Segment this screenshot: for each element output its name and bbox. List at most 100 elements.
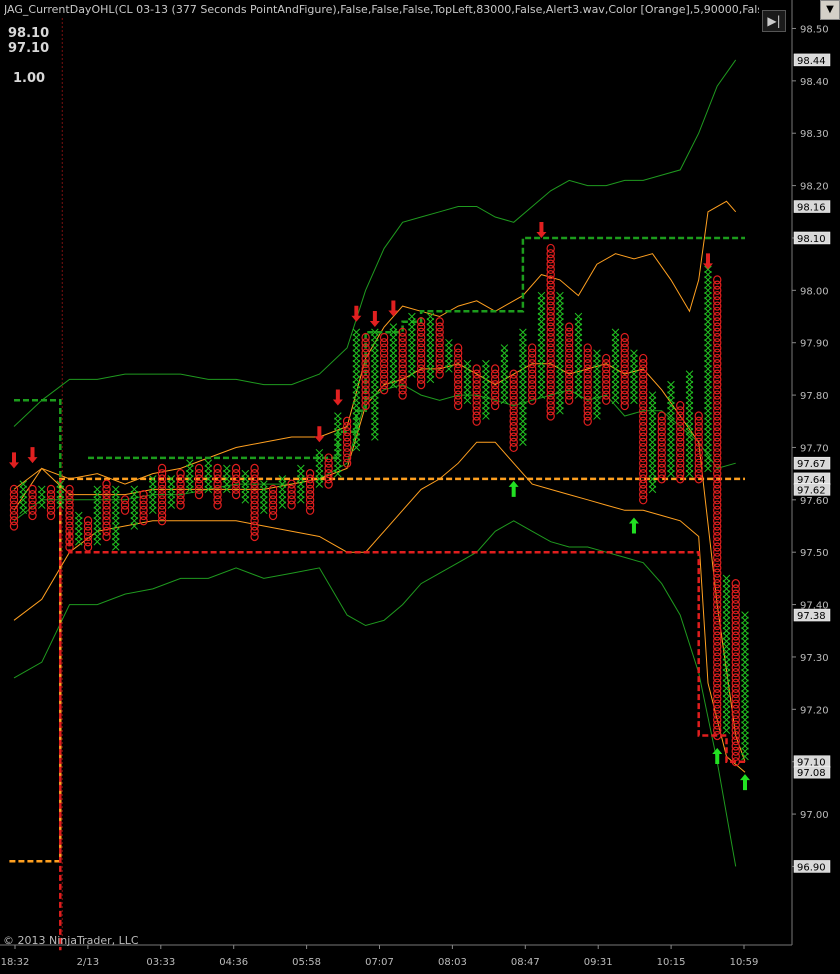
price-tag: 98.10 xyxy=(793,231,831,245)
indicator-title: JAG_CurrentDayOHL(CL 03-13 (377 Seconds … xyxy=(4,3,759,16)
down-arrow xyxy=(369,311,380,327)
orange-dash-level xyxy=(9,477,745,863)
o-box xyxy=(83,516,93,526)
y-tick-label: 98.20 xyxy=(800,182,829,193)
signal-arrows xyxy=(9,221,750,791)
price-tag-label: 97.38 xyxy=(797,611,826,622)
x-box xyxy=(315,448,324,457)
up-arrow xyxy=(628,517,639,534)
price-tag: 97.38 xyxy=(793,608,831,622)
x-box xyxy=(408,312,416,321)
o-box xyxy=(435,317,444,327)
price-tag-label: 98.44 xyxy=(797,56,826,67)
x-axis-ticks: 18:32 2/13 03:33 04:36 05:58 07:07 08:03 08:47 0… xyxy=(1,945,759,968)
x-tick-label: 18:32 xyxy=(1,957,30,968)
green-band-lower xyxy=(13,520,737,867)
price-tag-label: 98.16 xyxy=(797,203,826,214)
x-box xyxy=(204,459,213,467)
y-axis-ticks: 98.50 98.40 98.30 98.20 98.10 98.00 97.90 97.80… xyxy=(792,24,829,873)
down-arrow xyxy=(332,389,343,406)
o-box xyxy=(213,463,222,474)
red-dash-level xyxy=(68,531,745,763)
o-box xyxy=(694,411,703,421)
o-box xyxy=(379,332,389,343)
pnf-boxes xyxy=(9,243,749,767)
down-arrow xyxy=(27,447,38,464)
o-box xyxy=(713,275,722,285)
up-arrow xyxy=(740,774,750,791)
x-tick-label: 07:07 xyxy=(365,957,394,968)
o-box xyxy=(546,243,555,254)
y-tick-label: 98.30 xyxy=(800,129,829,140)
o-box xyxy=(194,463,204,474)
x-box xyxy=(186,459,194,467)
down-arrow xyxy=(702,253,713,270)
x-tick-label: 2/13 xyxy=(77,957,99,968)
o-box xyxy=(657,411,666,421)
price-tag: 96.90 xyxy=(793,860,831,873)
o-box xyxy=(453,343,463,353)
x-box xyxy=(537,291,546,300)
o-box xyxy=(157,463,167,474)
x-box xyxy=(334,412,342,420)
price-tags: 98.4498.1698.1097.6797.6497.6297.3897.10… xyxy=(793,53,831,873)
x-tick-label: 08:47 xyxy=(511,957,540,968)
x-tick-label: 08:03 xyxy=(438,957,467,968)
price-tag-label: 96.90 xyxy=(797,862,826,873)
x-box xyxy=(445,338,453,347)
y-tick-label: 98.50 xyxy=(800,24,829,35)
x-box xyxy=(667,380,675,389)
x-box xyxy=(38,485,46,494)
o-box xyxy=(564,322,574,332)
x-tick-label: 03:33 xyxy=(146,957,175,968)
x-box xyxy=(223,464,231,473)
copyright: © 2013 NinjaTrader, LLC xyxy=(3,934,139,947)
o-box xyxy=(731,579,740,589)
x-box xyxy=(500,344,509,352)
o-box xyxy=(176,469,185,479)
o-box xyxy=(602,353,611,364)
indicator-bands xyxy=(13,59,746,867)
y-tick-label: 98.00 xyxy=(800,286,829,297)
scroll-to-end-button[interactable]: ▶| xyxy=(762,10,786,32)
o-box xyxy=(639,353,648,364)
o-box xyxy=(583,343,592,353)
price-tag-label: 98.10 xyxy=(797,234,826,245)
price-tag: 97.67 xyxy=(793,456,831,470)
x-box xyxy=(648,391,657,399)
down-arrow xyxy=(536,221,547,238)
value-1-00: 1.00 xyxy=(13,71,46,86)
price-tag-label: 97.67 xyxy=(797,459,826,470)
up-arrow xyxy=(508,480,519,497)
price-tag: 98.16 xyxy=(793,200,831,214)
price-tag-label: 97.62 xyxy=(797,485,826,496)
value-98-10: 98.10 xyxy=(8,26,50,41)
price-tag-label: 97.08 xyxy=(797,768,826,779)
o-box xyxy=(305,469,315,479)
y-tick-label: 97.60 xyxy=(800,496,829,507)
x-box xyxy=(463,359,472,368)
x-tick-label: 09:31 xyxy=(584,957,613,968)
up-arrow xyxy=(712,747,723,764)
o-box xyxy=(250,463,259,474)
o-box xyxy=(102,479,111,489)
y-tick-label: 97.90 xyxy=(800,339,829,350)
x-box xyxy=(482,359,490,368)
price-tag: 97.08 xyxy=(793,765,831,779)
down-arrow xyxy=(388,300,399,317)
down-arrow xyxy=(9,452,19,469)
orange-band-lower xyxy=(13,441,746,773)
dropdown-button[interactable]: ▼ xyxy=(820,0,840,20)
y-tick-label: 97.30 xyxy=(800,653,829,664)
x-tick-label: 10:59 xyxy=(730,957,759,968)
x-box xyxy=(75,511,83,520)
y-tick-label: 97.50 xyxy=(800,548,829,559)
pnf-chart[interactable]: 98.50 98.40 98.30 98.20 98.10 98.00 97.90 97.80… xyxy=(0,0,840,974)
o-box xyxy=(676,400,685,411)
o-box xyxy=(46,484,56,494)
x-tick-label: 10:15 xyxy=(657,957,686,968)
y-tick-label: 97.70 xyxy=(800,443,829,454)
x-box xyxy=(574,312,583,321)
price-tag: 97.62 xyxy=(793,483,831,496)
price-tag: 98.44 xyxy=(793,53,831,67)
